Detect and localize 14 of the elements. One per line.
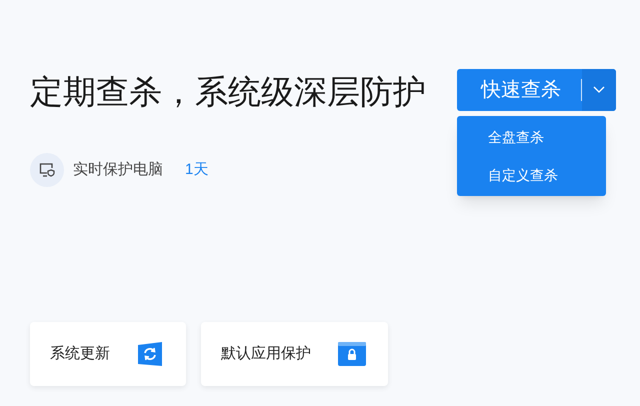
dropdown-toggle[interactable]	[582, 69, 616, 111]
menu-item[interactable]: 自定义查杀	[457, 156, 606, 194]
refresh-icon	[136, 342, 164, 366]
card-label: 默认应用保护	[221, 344, 311, 364]
feature-card[interactable]: 默认应用保护	[201, 322, 388, 386]
feature-card[interactable]: 系统更新	[30, 322, 186, 386]
card-label: 系统更新	[50, 344, 110, 364]
headline: 定期查杀，系统级深层防护	[30, 72, 426, 112]
menu-item[interactable]: 全盘查杀	[457, 118, 606, 156]
status-label: 实时保护电脑	[73, 160, 163, 180]
lock-window-icon	[338, 342, 366, 366]
status-value: 1天	[185, 160, 208, 180]
chevron-down-icon	[593, 86, 605, 94]
monitor-shield-icon	[30, 153, 64, 187]
